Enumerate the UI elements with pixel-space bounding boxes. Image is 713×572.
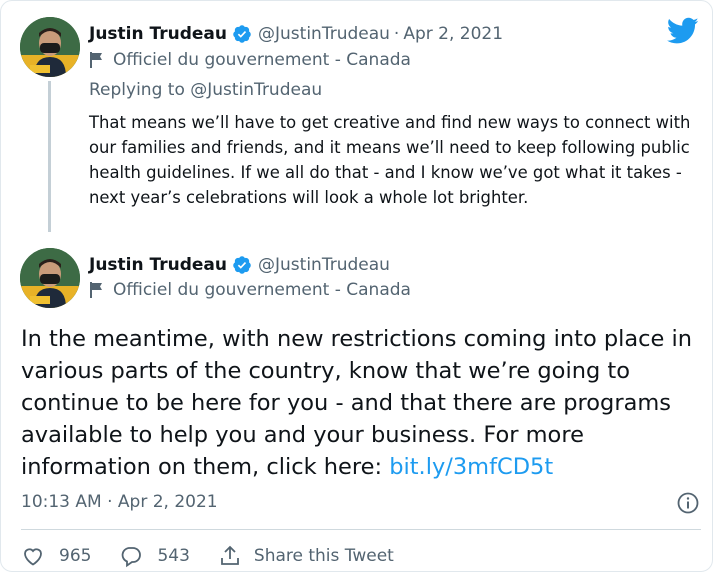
main-tweet-text: In the meantime, with new restrictions c… [21,323,701,483]
separator-dot: · [393,24,400,44]
tweet-timestamp[interactable]: 10:13 AM · Apr 2, 2021 [21,492,218,512]
flag-icon [90,52,102,68]
thread-connector-line [48,81,51,232]
replying-handle-link[interactable]: @JustinTrudeau [190,80,322,100]
government-label: Officiel du gouvernement - Canada [89,280,411,300]
first-tweet-header: Justin Trudeau @JustinTrudeau · Apr 2, 2… [89,24,503,44]
author-name[interactable]: Justin Trudeau [89,24,227,44]
government-label-text: Officiel du gouvernement - Canada [113,280,411,300]
government-label: Officiel du gouvernement - Canada [89,50,411,70]
reply-button[interactable]: 543 [119,544,190,568]
main-tweet-header: Justin Trudeau @JustinTrudeau [89,255,390,275]
reply-count: 543 [157,546,190,566]
author-avatar[interactable] [20,17,80,77]
divider [21,529,701,530]
reply-bubble-icon [122,547,142,568]
tweet-date[interactable]: Apr 2, 2021 [403,24,503,44]
first-tweet-text: That means we’ll have to get creative an… [89,113,691,207]
like-button[interactable]: 965 [21,544,91,568]
info-icon[interactable] [676,491,700,515]
twitter-logo-icon[interactable] [667,17,699,45]
heart-icon [24,548,42,566]
author-name[interactable]: Justin Trudeau [89,255,227,275]
action-bar: 965 543 Share this Tweet [21,544,422,568]
main-tweet-body: In the meantime, with new restrictions c… [21,326,693,480]
avatar-photo-icon [20,248,80,308]
author-handle[interactable]: @JustinTrudeau [258,24,390,44]
author-avatar[interactable] [20,248,80,308]
author-handle[interactable]: @JustinTrudeau [258,255,390,275]
verified-badge-icon [233,25,251,43]
flag-icon [90,282,102,298]
tweet-link[interactable]: bit.ly/3mfCD5t [389,454,553,480]
tweet-card: Justin Trudeau @JustinTrudeau · Apr 2, 2… [0,0,713,572]
government-label-text: Officiel du gouvernement - Canada [113,50,411,70]
share-label: Share this Tweet [253,546,394,566]
replying-prefix: Replying to [89,80,185,100]
like-count: 965 [59,546,92,566]
replying-to: Replying to @JustinTrudeau [89,80,322,100]
avatar-photo-icon [20,17,80,77]
share-icon [221,545,239,565]
share-button[interactable]: Share this Tweet [218,544,394,568]
verified-badge-icon [233,256,251,274]
